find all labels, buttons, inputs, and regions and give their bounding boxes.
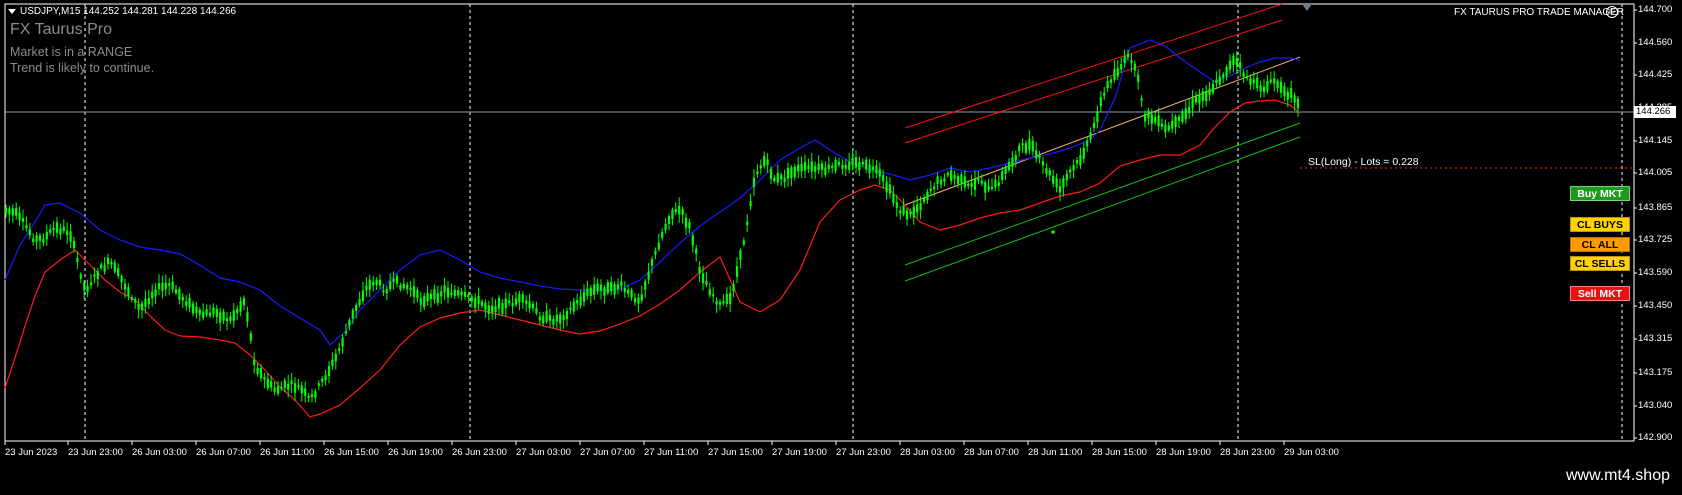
site-watermark: www.mt4.shop [1565, 467, 1670, 484]
candlesticks [4, 49, 1300, 403]
symbol-quote: USDJPY,M15 144.252 144.281 144.228 144.2… [20, 6, 237, 17]
price-tick-label: 144.005 [1638, 167, 1673, 178]
time-tick-label: 27 Jun 07:00 [580, 447, 635, 458]
regression-channel [904, 3, 1301, 282]
price-tick-label: 143.315 [1638, 333, 1673, 344]
price-tick-label: 144.560 [1638, 37, 1673, 48]
stop-loss-label: SL(Long) - Lots = 0.228 [1308, 156, 1419, 168]
time-tick-label: 28 Jun 15:00 [1092, 447, 1147, 458]
time-tick-label: 29 Jun 03:00 [1284, 447, 1339, 458]
buy-market-button[interactable]: Buy MKT [1570, 186, 1630, 201]
time-tick-label: 23 Jun 2023 [5, 447, 58, 458]
time-tick-label: 27 Jun 15:00 [708, 447, 763, 458]
price-tick-label: 143.725 [1638, 234, 1673, 245]
price-chart[interactable] [0, 0, 1682, 495]
market-status-line-2: Trend is likely to continue. [10, 61, 155, 75]
indicator-name: FX Taurus Pro [10, 21, 112, 38]
trade-manager-title: FX TAURUS PRO TRADE MANAGER [1454, 7, 1625, 18]
time-tick-label: 27 Jun 03:00 [516, 447, 571, 458]
copyright-icon: © [1606, 6, 1618, 18]
market-status-line-1: Market is in a RANGE [10, 45, 133, 59]
time-tick-label: 26 Jun 15:00 [324, 447, 379, 458]
footer-bar [0, 463, 1682, 495]
time-tick-label: 26 Jun 07:00 [196, 447, 251, 458]
price-tick-label: 144.145 [1638, 135, 1673, 146]
time-tick-label: 27 Jun 11:00 [644, 447, 699, 458]
close-all-button[interactable]: CL ALL [1570, 237, 1630, 252]
price-tick-label: 143.450 [1638, 300, 1673, 311]
time-tick-label: 28 Jun 23:00 [1220, 447, 1275, 458]
day-separators [84, 4, 1623, 441]
signal-dot [1051, 230, 1055, 234]
time-tick-label: 23 Jun 23:00 [68, 447, 123, 458]
current-price-tag: 144.266 [1634, 106, 1676, 118]
time-tick-label: 26 Jun 11:00 [260, 447, 315, 458]
collapse-triangle-icon[interactable] [8, 8, 16, 14]
price-tick-label: 144.700 [1638, 4, 1673, 15]
price-tick-label: 143.040 [1638, 400, 1673, 411]
time-tick-label: 26 Jun 23:00 [452, 447, 507, 458]
price-tick-label: 143.175 [1638, 367, 1673, 378]
symbol-line: USDJPY,M15 144.252 144.281 144.228 144.2… [8, 6, 236, 17]
price-tick-label: 144.425 [1638, 69, 1673, 80]
scroll-marker [1302, 4, 1312, 11]
time-tick-label: 26 Jun 03:00 [132, 447, 187, 458]
time-tick-label: 26 Jun 19:00 [388, 447, 443, 458]
price-tick-label: 142.900 [1638, 432, 1673, 443]
time-tick-label: 28 Jun 11:00 [1028, 447, 1083, 458]
price-tick-label: 143.865 [1638, 202, 1673, 213]
time-tick-label: 28 Jun 19:00 [1156, 447, 1211, 458]
time-tick-label: 28 Jun 03:00 [900, 447, 955, 458]
time-tick-label: 28 Jun 07:00 [964, 447, 1019, 458]
sell-market-button[interactable]: Sell MKT [1570, 286, 1630, 301]
time-tick-label: 27 Jun 23:00 [836, 447, 891, 458]
close-sells-button[interactable]: CL SELLS [1570, 256, 1630, 271]
price-tick-label: 143.590 [1638, 267, 1673, 278]
time-tick-label: 27 Jun 19:00 [772, 447, 827, 458]
close-buys-button[interactable]: CL BUYS [1570, 217, 1630, 232]
